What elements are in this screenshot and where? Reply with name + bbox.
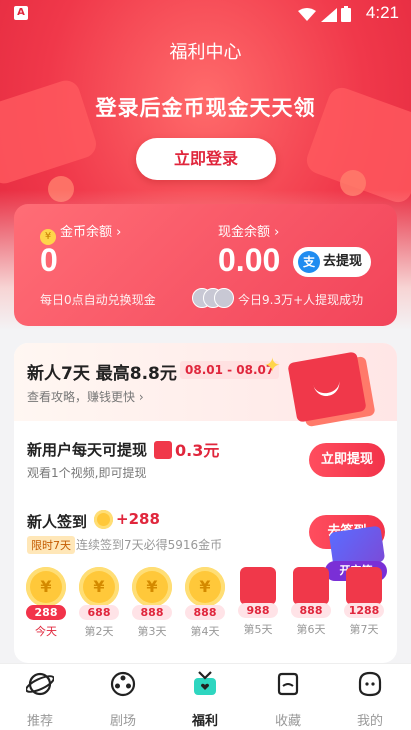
withdraw-button[interactable]: 支 去提现	[293, 247, 371, 277]
battery-icon	[341, 6, 351, 22]
checkin-day[interactable]: 988 第5天	[234, 567, 282, 637]
profile-face-icon	[358, 671, 382, 697]
checkin-day-list: ¥ 288 今天 ¥ 688 第2天 ¥ 888 第3天 ¥ 888 第4天 9…	[22, 567, 392, 638]
alipay-icon: 支	[298, 251, 320, 273]
red-packet-icon	[154, 441, 172, 459]
hero-headline: 登录后金币现金天天领	[95, 96, 316, 120]
app-notification-icon: A	[14, 6, 28, 20]
coin-balance-value: 0	[40, 242, 58, 278]
promo-title: 新人7天 最高8.8元	[27, 364, 177, 384]
gift-box-icon	[293, 567, 329, 605]
red-envelope-icon	[287, 351, 367, 423]
tasks-card: 新人7天 最高8.8元 08.01 - 08.07 查看攻略，赚钱更快 › ✦ …	[14, 343, 397, 663]
gold-coin-icon: ¥	[132, 567, 172, 607]
folder-icon	[277, 672, 299, 696]
checkin-subtitle: 连续签到7天必得5916金币	[76, 538, 223, 552]
clock: 4:21	[365, 3, 399, 22]
cash-balance-value: 0.00	[218, 242, 281, 278]
checkin-day[interactable]: 1288 第7天	[340, 567, 388, 637]
sparkle-icon: ✦	[264, 353, 281, 377]
task-title: 新用户每天可提现	[27, 441, 148, 459]
status-icons	[298, 6, 351, 26]
checkin-title: 新人签到	[27, 513, 88, 531]
signal-icon	[320, 8, 337, 22]
cash-balance-label[interactable]: 现金余额 ›	[218, 221, 279, 240]
avatar	[214, 288, 234, 308]
cash-withdraw-note: 今日9.3万+人提现成功	[238, 293, 364, 307]
withdraw-now-button[interactable]: 立即提现	[309, 443, 385, 477]
checkin-day[interactable]: ¥ 888 第3天	[128, 567, 176, 639]
nav-item-theater[interactable]: 剧场	[93, 670, 153, 729]
checkin-day[interactable]: ¥ 688 第2天	[75, 567, 123, 639]
nav-item-recommend[interactable]: 推荐	[10, 670, 70, 729]
status-bar: A 4:21	[0, 0, 411, 28]
limited-time-badge: 限时7天	[27, 536, 75, 554]
page-title: 福利中心	[169, 42, 242, 63]
nav-item-welfare[interactable]: 福利	[175, 670, 235, 729]
gold-coin-icon: ¥	[26, 567, 66, 607]
film-reel-icon	[110, 671, 136, 697]
wifi-icon	[298, 8, 317, 21]
user-avatars	[192, 288, 234, 308]
gift-tv-icon	[194, 671, 216, 695]
gold-coin-icon	[94, 510, 113, 529]
nav-item-profile[interactable]: 我的	[340, 670, 400, 729]
gold-coin-icon: ¥	[185, 567, 225, 607]
nav-item-favorites[interactable]: 收藏	[258, 670, 318, 729]
promo-guide-link[interactable]: 查看攻略，赚钱更快 ›	[27, 388, 144, 405]
gift-box-icon	[240, 567, 276, 605]
balance-card: ¥ 金币余额 › 0 每日0点自动兑换现金 现金余额 › 0.00 今日9.3万+…	[14, 204, 397, 326]
gift-box-icon	[346, 567, 382, 605]
bottom-nav: 推荐 剧场 福利 收藏 我的	[0, 663, 411, 730]
checkin-day[interactable]: 888 第6天	[287, 567, 335, 637]
task-subtitle: 观看1个视频,即可提现	[27, 466, 147, 480]
planet-icon	[25, 672, 55, 696]
task-reward: 0.3元	[154, 437, 219, 461]
checkin-day[interactable]: ¥ 288 今天	[22, 567, 70, 639]
login-button[interactable]: 立即登录	[136, 138, 276, 180]
checkin-reward: +288	[116, 510, 160, 528]
newbie-promo-banner[interactable]: 新人7天 最高8.8元 08.01 - 08.07 查看攻略，赚钱更快 › ✦	[14, 343, 397, 423]
gold-coin-icon: ¥	[79, 567, 119, 607]
coin-balance-note: 每日0点自动兑换现金	[40, 293, 156, 307]
checkin-day[interactable]: ¥ 888 第4天	[181, 567, 229, 639]
